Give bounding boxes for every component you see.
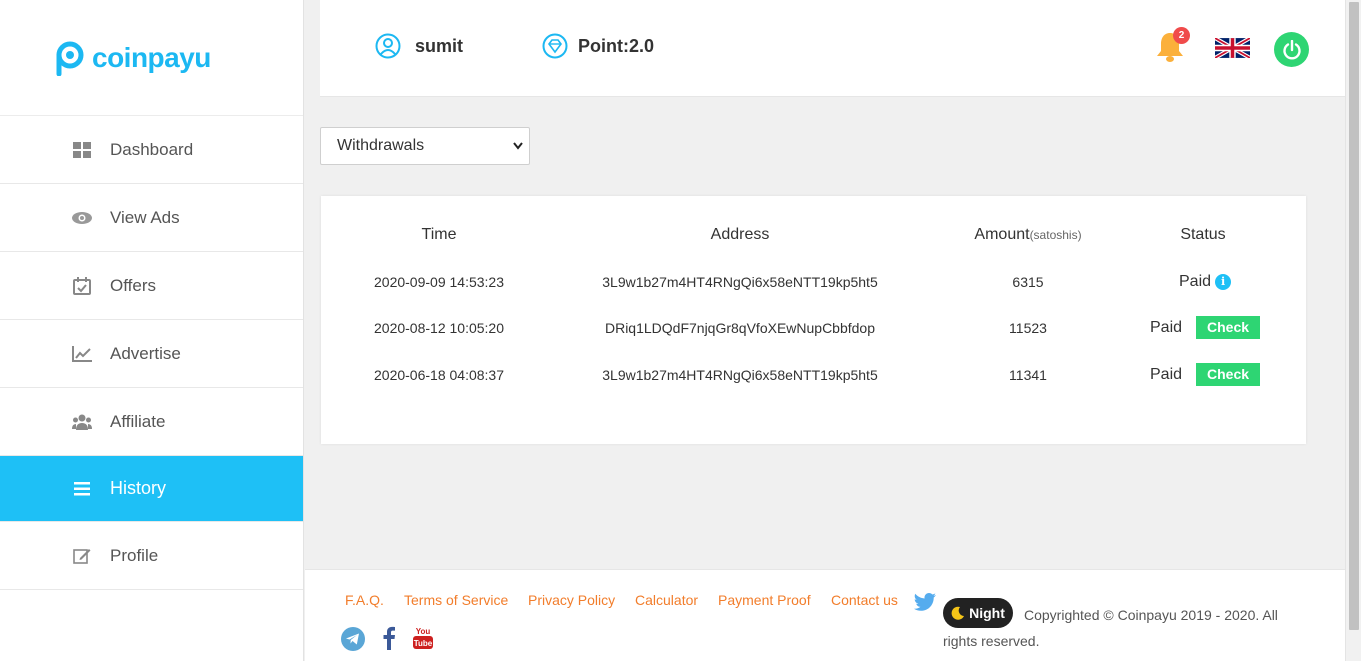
logo[interactable]: coinpayu [0,0,303,116]
column-header-address: Address [710,226,770,243]
check-button[interactable]: Check [1196,363,1261,386]
logo-text: coinpayu [92,41,211,73]
sidebar-item-profile[interactable]: Profile [0,522,303,590]
scrollbar-thumb[interactable] [1349,2,1359,630]
footer-link-privacy[interactable]: Privacy Policy [528,592,615,608]
calendar-check-icon [72,276,92,296]
row-3-time: 2020-06-18 04:08:37 [374,367,504,383]
chevron-down-icon [513,142,523,150]
sidebar-item-label: Profile [110,545,159,565]
footer-link-contact[interactable]: Contact us [831,592,898,608]
row-1-status: Paid i [1179,273,1232,291]
sidebar-item-dashboard[interactable]: Dashboard [0,116,303,184]
uk-flag-icon [1213,36,1252,60]
svg-text:You: You [416,627,431,636]
username: sumit [415,35,464,56]
users-icon [72,412,92,432]
line-chart-icon [72,344,92,364]
power-icon [1282,39,1301,59]
row-3-amount: 11341 [1009,367,1047,383]
footer: F.A.Q. Terms of Service Privacy Policy C… [305,569,1345,661]
row-1-amount: 6315 [1012,274,1044,290]
list-icon [72,479,92,499]
night-mode-label: Night [969,605,1005,621]
sidebar-item-history[interactable]: History [0,456,303,522]
eye-icon [72,208,92,228]
sidebar-item-view-ads[interactable]: View Ads [0,184,303,252]
sidebar-item-label: View Ads [110,207,180,227]
column-header-amount-label: Amount [974,226,1030,243]
edit-icon [72,546,92,566]
history-type-select[interactable]: Withdrawals [320,127,530,165]
row-2-status: Paid Check [1150,316,1261,339]
moon-icon [951,606,965,620]
telegram-icon[interactable] [341,627,365,651]
footer-link-payment-proof[interactable]: Payment Proof [718,592,811,608]
diamond-icon [542,33,568,59]
row-1-address: 3L9w1b27m4HT4RNgQi6x58eNTT19kp5ht5 [602,274,878,290]
points-info: Point:2.0 [542,33,654,59]
sidebar-item-label: History [110,478,167,498]
sidebar-item-affiliate[interactable]: Affiliate [0,388,303,456]
info-icon[interactable]: i [1215,274,1232,290]
sidebar-item-label: Advertise [110,343,181,363]
row-3-address: 3L9w1b27m4HT4RNgQi6x58eNTT19kp5ht5 [602,367,878,383]
footer-link-terms[interactable]: Terms of Service [404,592,508,608]
twitter-icon[interactable] [914,593,936,611]
youtube-icon[interactable]: You Tube [412,625,434,651]
row-2-address: DRiq1LDQdF7njqGr8qVfoXEwNupCbbfdop [604,320,876,336]
sidebar: coinpayu Dashboard View Ads Offers Adver… [0,0,304,661]
footer-link-calculator[interactable]: Calculator [635,592,698,608]
history-type-selected: Withdrawals [337,137,425,154]
sidebar-item-label: Affiliate [110,411,166,431]
night-mode-toggle[interactable]: Night [943,598,1013,628]
column-header-status: Status [1180,226,1226,243]
user-info[interactable]: sumit [375,33,463,59]
row-1-time: 2020-09-09 14:53:23 [374,274,504,290]
status-text: Paid [1150,318,1183,336]
row-2-amount: 11523 [1009,320,1047,336]
withdrawals-table: Time Address Amount(satoshis) Status 202… [321,196,1306,444]
top-header: sumit Point:2.0 2 [320,0,1345,97]
dashboard-grid-icon [72,140,92,160]
status-text: Paid [1150,365,1183,383]
check-button[interactable]: Check [1196,316,1261,339]
footer-link-faq[interactable]: F.A.Q. [345,592,384,608]
sidebar-item-label: Offers [110,275,156,295]
sidebar-item-advertise[interactable]: Advertise [0,320,303,388]
facebook-icon[interactable] [382,626,396,650]
language-button[interactable] [1213,36,1252,60]
points-value: Point:2.0 [578,35,655,56]
notification-badge: 2 [1173,27,1190,44]
column-header-amount: Amount(satoshis) [948,226,1108,244]
row-3-status: Paid Check [1150,363,1261,386]
status-text: Paid [1179,273,1212,290]
sidebar-item-label: Dashboard [110,139,194,159]
user-icon [375,33,401,59]
page-scrollbar[interactable] [1345,0,1361,661]
logout-button[interactable] [1274,32,1309,67]
svg-text:Tube: Tube [414,639,433,648]
row-2-time: 2020-08-12 10:05:20 [374,320,504,336]
column-header-time: Time [421,226,457,243]
sidebar-item-offers[interactable]: Offers [0,252,303,320]
column-header-amount-unit: (satoshis) [1029,228,1082,242]
coinpayu-logo-icon [56,41,84,76]
